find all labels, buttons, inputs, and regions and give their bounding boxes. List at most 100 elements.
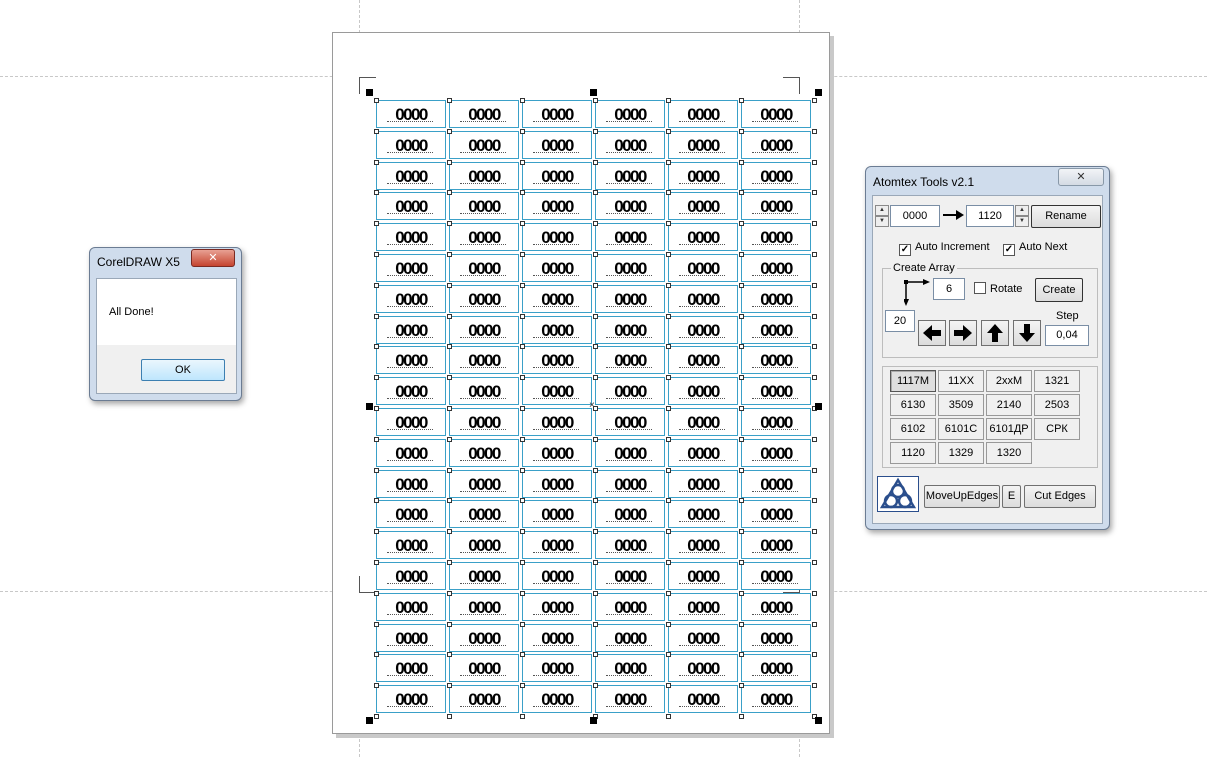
number-label[interactable]: 0000 <box>595 562 665 590</box>
number-label[interactable]: 0000 <box>668 593 738 621</box>
number-label[interactable]: 0000 <box>522 100 592 128</box>
number-label[interactable]: 0000 <box>668 439 738 467</box>
number-label[interactable]: 0000 <box>741 131 811 159</box>
move-left-button[interactable] <box>918 320 946 346</box>
number-label[interactable]: 0000 <box>741 654 811 682</box>
checkbox-box[interactable]: ✓ <box>899 244 911 256</box>
number-label[interactable]: 0000 <box>595 531 665 559</box>
start-spin-down[interactable]: ▼ <box>875 216 889 227</box>
number-label[interactable]: 0000 <box>741 285 811 313</box>
number-label[interactable]: 0000 <box>449 593 519 621</box>
number-label[interactable]: 0000 <box>376 223 446 251</box>
number-label[interactable]: 0000 <box>741 531 811 559</box>
number-label[interactable]: 0000 <box>741 624 811 652</box>
number-label[interactable]: 0000 <box>595 500 665 528</box>
number-label[interactable]: 0000 <box>449 223 519 251</box>
number-label[interactable]: 0000 <box>376 254 446 282</box>
number-label[interactable]: 0000 <box>449 500 519 528</box>
number-label[interactable]: 0000 <box>595 131 665 159</box>
number-label[interactable]: 0000 <box>595 285 665 313</box>
number-label[interactable]: 0000 <box>522 562 592 590</box>
number-label[interactable]: 0000 <box>741 254 811 282</box>
number-label[interactable]: 0000 <box>741 500 811 528</box>
number-label[interactable]: 0000 <box>522 624 592 652</box>
number-label[interactable]: 0000 <box>668 254 738 282</box>
preset-button[interactable]: 6101C <box>938 418 984 440</box>
number-label[interactable]: 0000 <box>449 439 519 467</box>
move-right-button[interactable] <box>949 320 977 346</box>
number-label[interactable]: 0000 <box>595 685 665 713</box>
number-label[interactable]: 0000 <box>595 192 665 220</box>
preset-button[interactable]: 1321 <box>1034 370 1080 392</box>
close-button[interactable]: ✕ <box>1058 168 1104 186</box>
number-label[interactable]: 0000 <box>449 254 519 282</box>
number-label[interactable]: 0000 <box>595 223 665 251</box>
number-label[interactable]: 0000 <box>449 470 519 498</box>
number-label[interactable]: 0000 <box>449 654 519 682</box>
number-label[interactable]: 0000 <box>668 192 738 220</box>
number-label[interactable]: 0000 <box>522 223 592 251</box>
preset-button[interactable]: 6101ДР <box>986 418 1032 440</box>
label-grid[interactable]: 0000 0000 0000 0000 0000 0000 0000 0000 0000 0000… <box>374 98 817 719</box>
preset-button[interactable]: 1117M <box>890 370 936 392</box>
number-label[interactable]: 0000 <box>522 131 592 159</box>
number-label[interactable]: 0000 <box>449 531 519 559</box>
number-label[interactable]: 0000 <box>668 100 738 128</box>
auto-next-checkbox[interactable]: ✓ Auto Next <box>1003 241 1067 256</box>
preset-button[interactable]: 1329 <box>938 442 984 464</box>
number-label[interactable]: 0000 <box>741 192 811 220</box>
preset-button[interactable]: СРК <box>1034 418 1080 440</box>
auto-increment-checkbox[interactable]: ✓ Auto Increment <box>899 241 990 256</box>
number-label[interactable]: 0000 <box>376 531 446 559</box>
number-label[interactable]: 0000 <box>376 408 446 436</box>
number-label[interactable]: 0000 <box>668 377 738 405</box>
number-label[interactable]: 0000 <box>522 593 592 621</box>
number-label[interactable]: 0000 <box>668 654 738 682</box>
rows-input[interactable]: 20 <box>885 310 915 332</box>
start-spin-up[interactable]: ▲ <box>875 205 889 216</box>
selection-handle[interactable] <box>590 89 597 96</box>
number-label[interactable]: 0000 <box>522 408 592 436</box>
number-label[interactable]: 0000 <box>668 316 738 344</box>
number-label[interactable]: 0000 <box>595 316 665 344</box>
number-label[interactable]: 0000 <box>376 377 446 405</box>
preset-button[interactable]: 6102 <box>890 418 936 440</box>
number-label[interactable]: 0000 <box>376 685 446 713</box>
number-label[interactable]: 0000 <box>522 654 592 682</box>
selection-center-icon[interactable]: × <box>589 401 595 411</box>
preset-button[interactable]: 2140 <box>986 394 1032 416</box>
number-label[interactable]: 0000 <box>595 377 665 405</box>
number-label[interactable]: 0000 <box>595 439 665 467</box>
number-label[interactable]: 0000 <box>668 162 738 190</box>
number-label[interactable]: 0000 <box>376 500 446 528</box>
selection-handle[interactable] <box>366 89 373 96</box>
number-label[interactable]: 0000 <box>595 162 665 190</box>
number-label[interactable]: 0000 <box>449 685 519 713</box>
number-label[interactable]: 0000 <box>595 254 665 282</box>
number-label[interactable]: 0000 <box>449 192 519 220</box>
number-label[interactable]: 0000 <box>449 624 519 652</box>
number-label[interactable]: 0000 <box>668 624 738 652</box>
close-button[interactable]: ✕ <box>191 249 235 267</box>
number-label[interactable]: 0000 <box>741 593 811 621</box>
selection-handle[interactable] <box>815 403 822 410</box>
number-label[interactable]: 0000 <box>741 408 811 436</box>
number-label[interactable]: 0000 <box>668 346 738 374</box>
number-label[interactable]: 0000 <box>522 192 592 220</box>
checkbox-box[interactable]: ✓ <box>1003 244 1015 256</box>
number-label[interactable]: 0000 <box>522 439 592 467</box>
e-button[interactable]: E <box>1002 485 1021 508</box>
number-label[interactable]: 0000 <box>522 285 592 313</box>
number-label[interactable]: 0000 <box>741 223 811 251</box>
number-label[interactable]: 0000 <box>376 593 446 621</box>
ok-button[interactable]: OK <box>141 359 225 381</box>
number-label[interactable]: 0000 <box>449 100 519 128</box>
preset-button[interactable]: 1320 <box>986 442 1032 464</box>
number-label[interactable]: 0000 <box>668 408 738 436</box>
number-label[interactable]: 0000 <box>595 100 665 128</box>
number-label[interactable]: 0000 <box>668 223 738 251</box>
step-input[interactable]: 0,04 <box>1045 325 1089 346</box>
selection-handle[interactable] <box>366 403 373 410</box>
number-label[interactable]: 0000 <box>668 500 738 528</box>
number-label[interactable]: 0000 <box>449 162 519 190</box>
